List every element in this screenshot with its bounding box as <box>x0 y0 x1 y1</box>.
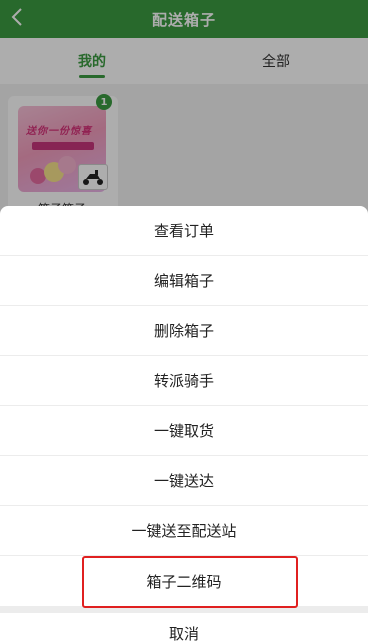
highlight-box <box>82 556 298 608</box>
view-orders-option[interactable]: 查看订单 <box>0 206 368 256</box>
reassign-rider-option[interactable]: 转派骑手 <box>0 356 368 406</box>
delete-box-option[interactable]: 删除箱子 <box>0 306 368 356</box>
send-to-station-option[interactable]: 一键送至配送站 <box>0 506 368 556</box>
edit-box-option[interactable]: 编辑箱子 <box>0 256 368 306</box>
one-click-pickup-option[interactable]: 一键取货 <box>0 406 368 456</box>
cancel-button[interactable]: 取消 <box>0 613 368 643</box>
one-click-deliver-option[interactable]: 一键送达 <box>0 456 368 506</box>
